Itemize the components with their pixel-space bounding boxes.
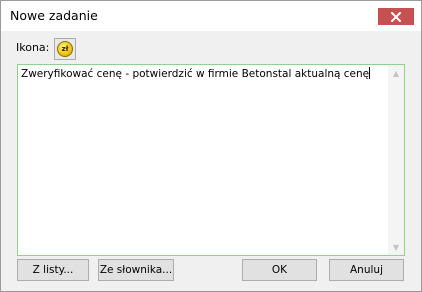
vertical-scrollbar[interactable]: ▲ ▼ [388,65,404,255]
task-text: Zweryfikować cenę - potwierdzić w firmie… [21,67,371,80]
coin-glyph: zł [61,44,69,53]
coin-icon: zł [57,41,73,57]
from-dictionary-button[interactable]: Ze słownika... [98,259,174,281]
icon-picker-button[interactable]: zł [54,38,76,60]
cancel-button[interactable]: Anuluj [329,259,404,281]
task-text-content: Zweryfikować cenę - potwierdzić w firmie… [21,68,370,80]
title-bar[interactable]: Nowe zadanie [1,1,421,31]
icon-label: Ikona: [16,41,50,54]
dialog-window: Nowe zadanie Ikona: zł Zweryfikować cenę… [0,0,422,292]
text-caret [369,67,371,79]
scroll-up-icon[interactable]: ▲ [388,65,404,81]
scroll-down-icon[interactable]: ▼ [388,239,404,255]
dialog-body: Ikona: zł Zweryfikować cenę - potwierdzi… [2,31,420,290]
task-text-area[interactable]: Zweryfikować cenę - potwierdzić w firmie… [17,64,405,256]
close-icon [391,11,401,22]
close-button[interactable] [378,8,414,25]
from-list-button[interactable]: Z listy... [17,259,89,281]
window-title: Nowe zadanie [10,8,98,23]
ok-button[interactable]: OK [242,259,317,281]
